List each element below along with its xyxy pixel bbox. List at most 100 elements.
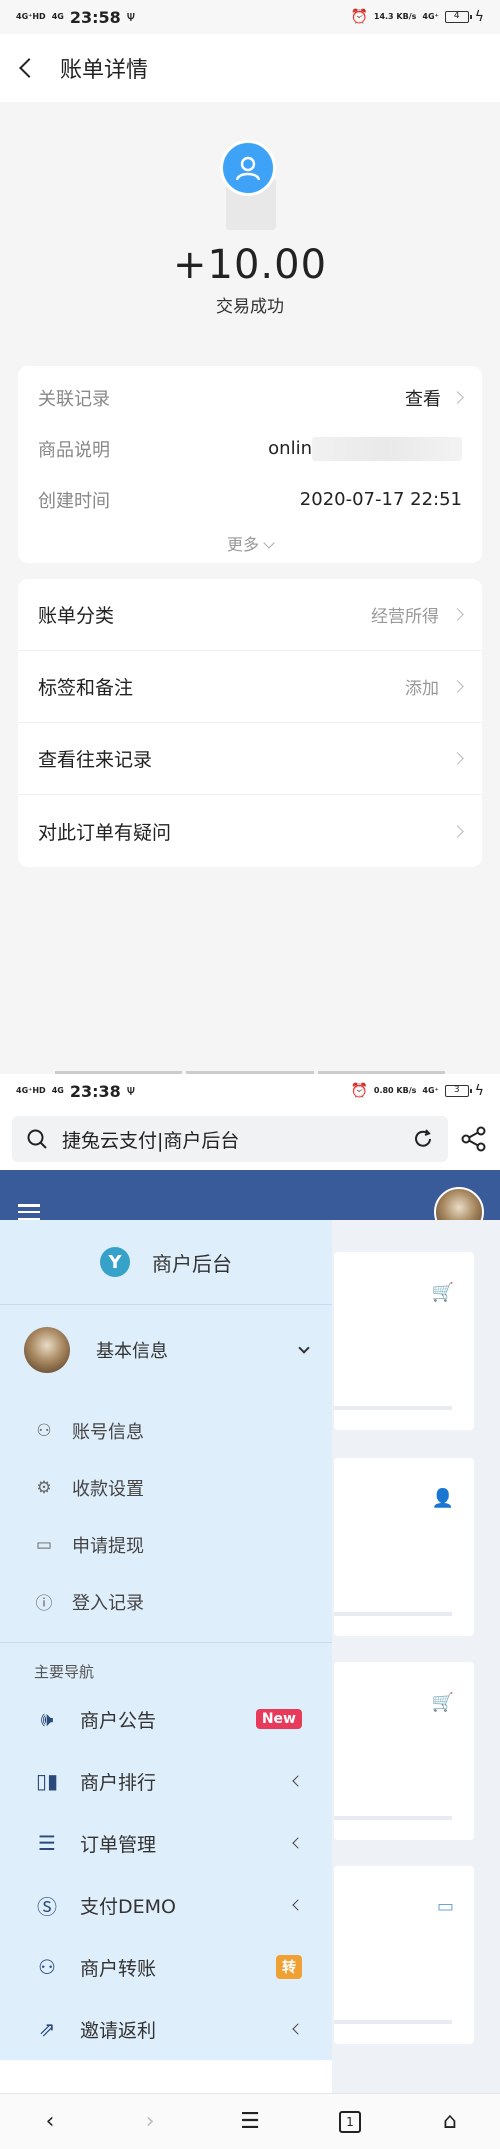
menu-icon[interactable]: ☰ xyxy=(230,2102,270,2142)
share-icon: ⇗ xyxy=(38,2017,56,2041)
profile-label: 基本信息 xyxy=(96,1340,168,1362)
submenu-item-payment-settings[interactable]: ⚙ 收款设置 xyxy=(0,1459,332,1516)
back-icon[interactable]: ‹ xyxy=(30,2102,70,2142)
nav-label: 商户排行 xyxy=(80,1771,157,1794)
address-text: 捷兔云支付|商户后台 xyxy=(62,1129,240,1152)
cart-icon: 🛒 xyxy=(431,1692,454,1713)
forward-icon[interactable]: › xyxy=(130,2102,170,2142)
nav-item-pay-demo[interactable]: Ⓢ 支付DEMO xyxy=(0,1874,332,1936)
nav-item-referral[interactable]: ⇗ 邀请返利 xyxy=(0,1998,332,2060)
alarm-icon: ⏰ xyxy=(350,9,368,25)
menu-icon[interactable] xyxy=(18,1204,40,1220)
nav-label: 商户公告 xyxy=(80,1709,157,1732)
nav-item-orders[interactable]: ☰ 订单管理 xyxy=(0,1812,332,1874)
view-link[interactable]: 查看 xyxy=(405,385,441,411)
users-icon: ⚇ xyxy=(38,1955,56,1979)
detail-label: 关联记录 xyxy=(38,388,110,410)
dashboard-tile[interactable]: 🛒 xyxy=(334,1662,474,1840)
chevron-down-icon xyxy=(298,1341,310,1354)
skype-icon: Ⓢ xyxy=(37,1894,57,1919)
network-indicator-3: 4G⁺ xyxy=(422,1086,439,1095)
submenu-label: 收款设置 xyxy=(72,1478,144,1500)
action-row-question[interactable]: 对此订单有疑问 xyxy=(18,795,482,867)
gear-icon: ⚙ xyxy=(36,1477,52,1498)
network-indicator-2: 4G xyxy=(51,1086,64,1095)
chevron-left-icon xyxy=(292,1837,304,1849)
detail-row-description: 商品说明 onlin xyxy=(18,423,482,474)
nav-item-ranking[interactable]: ▯▮ 商户排行 xyxy=(0,1750,332,1812)
action-row-tags[interactable]: 标签和备注 添加 xyxy=(18,651,482,723)
browser-bottom-bar: ‹ › ☰ 1 ⌂ xyxy=(0,2093,500,2149)
refresh-icon[interactable] xyxy=(412,1128,434,1150)
network-indicator: 4G⁺HD xyxy=(16,1086,46,1095)
submenu-label: 申请提现 xyxy=(72,1535,144,1557)
action-label: 标签和备注 xyxy=(38,677,134,699)
share-icon[interactable] xyxy=(460,1125,488,1153)
amount: +10.00 xyxy=(172,242,328,288)
battery-icon: 4 xyxy=(444,11,472,23)
alarm-icon: ⏰ xyxy=(350,1083,368,1099)
bar-chart-icon: ▯▮ xyxy=(35,1769,58,1793)
chevron-left-icon xyxy=(292,2023,304,2035)
dashboard-tile[interactable]: ▭ xyxy=(334,1866,474,2044)
merchant-backend-screen: 4G⁺HD 4G 23:38 ᴪ ⏰ 0.80 KB/s 4G⁺ 3 ϟ 捷兔云… xyxy=(0,1074,500,2149)
detail-value: onlin xyxy=(268,438,312,459)
drawer-header: Y 商户后台 xyxy=(0,1220,332,1304)
address-bar[interactable]: 捷兔云支付|商户后台 xyxy=(12,1116,448,1162)
browser-toolbar: 捷兔云支付|商户后台 xyxy=(0,1108,500,1170)
user-icon: 👤 xyxy=(431,1488,454,1509)
section-title: 主要导航 xyxy=(0,1642,332,1688)
net-speed: 0.80 KB/s xyxy=(373,1086,417,1095)
bill-detail-screen: 4G⁺HD 4G 23:58 ᴪ ⏰ 14.3 KB/s 4G⁺ 4 ϟ 账单详… xyxy=(0,0,500,1074)
transaction-status: 交易成功 xyxy=(216,297,284,317)
detail-row-related[interactable]: 关联记录 查看 xyxy=(18,372,482,423)
more-toggle[interactable]: 更多 xyxy=(18,525,482,555)
tabs-button[interactable]: 1 xyxy=(330,2102,370,2142)
chevron-down-icon xyxy=(263,537,275,549)
usb-icon: ᴪ xyxy=(126,9,136,25)
back-arrow-icon[interactable] xyxy=(19,58,39,78)
network-indicator-3: 4G⁺ xyxy=(422,12,439,21)
submenu-label: 账号信息 xyxy=(72,1421,144,1443)
logo-icon: Y xyxy=(100,1247,130,1277)
drawer-title: 商户后台 xyxy=(152,1251,232,1276)
detail-value: 2020-07-17 22:51 xyxy=(299,489,462,510)
more-label: 更多 xyxy=(226,535,259,554)
home-icon[interactable]: ⌂ xyxy=(430,2102,470,2142)
usb-icon: ᴪ xyxy=(126,1083,136,1099)
dashboard-tile[interactable]: 🛒 xyxy=(334,1252,474,1430)
redacted-area xyxy=(312,436,462,461)
action-row-history[interactable]: 查看往来记录 xyxy=(18,723,482,795)
cart-icon: 🛒 xyxy=(431,1282,454,1303)
status-bar: 4G⁺HD 4G 23:38 ᴪ ⏰ 0.80 KB/s 4G⁺ 3 ϟ xyxy=(0,1074,500,1108)
clock: 23:38 xyxy=(69,1081,121,1101)
network-indicator-2: 4G xyxy=(51,12,64,21)
user-icon xyxy=(220,140,276,196)
charging-icon: ϟ xyxy=(474,1083,484,1099)
network-indicator: 4G⁺HD xyxy=(16,12,46,21)
submenu-item-login-log[interactable]: ⓘ 登入记录 xyxy=(0,1573,332,1630)
status-bar: 4G⁺HD 4G 23:58 ᴪ ⏰ 14.3 KB/s 4G⁺ 4 ϟ xyxy=(0,0,500,34)
submenu-item-account[interactable]: ⚇ 账号信息 xyxy=(0,1402,332,1459)
nav-bar: 账单详情 xyxy=(0,34,500,102)
user-icon: ⚇ xyxy=(36,1420,52,1441)
profile-submenu: ⚇ 账号信息 ⚙ 收款设置 ▭ 申请提现 ⓘ 登入记录 xyxy=(0,1394,332,1642)
action-row-category[interactable]: 账单分类 经营所得 xyxy=(18,579,482,651)
charging-icon: ϟ xyxy=(474,9,484,25)
detail-label: 创建时间 xyxy=(38,490,110,512)
submenu-label: 登入记录 xyxy=(72,1592,144,1614)
action-card: 账单分类 经营所得 标签和备注 添加 查看往来记录 对此订单有疑问 xyxy=(18,579,482,867)
profile-toggle[interactable]: 基本信息 xyxy=(0,1304,332,1394)
submenu-item-withdraw[interactable]: ▭ 申请提现 xyxy=(0,1516,332,1573)
dashboard-tile[interactable]: 👤 xyxy=(334,1458,474,1636)
nav-label: 邀请返利 xyxy=(80,2019,157,2042)
nav-item-announcements[interactable]: 🕪 商户公告 New xyxy=(0,1688,332,1750)
new-badge: New xyxy=(255,1709,302,1729)
nav-label: 商户转账 xyxy=(80,1957,157,1980)
action-label: 对此订单有疑问 xyxy=(38,821,172,844)
chevron-right-icon xyxy=(451,824,464,838)
net-speed: 14.3 KB/s xyxy=(373,12,417,21)
action-value: 添加 xyxy=(405,679,439,699)
nav-label: 订单管理 xyxy=(80,1833,157,1856)
nav-item-transfer[interactable]: ⚇ 商户转账 转 xyxy=(0,1936,332,1998)
